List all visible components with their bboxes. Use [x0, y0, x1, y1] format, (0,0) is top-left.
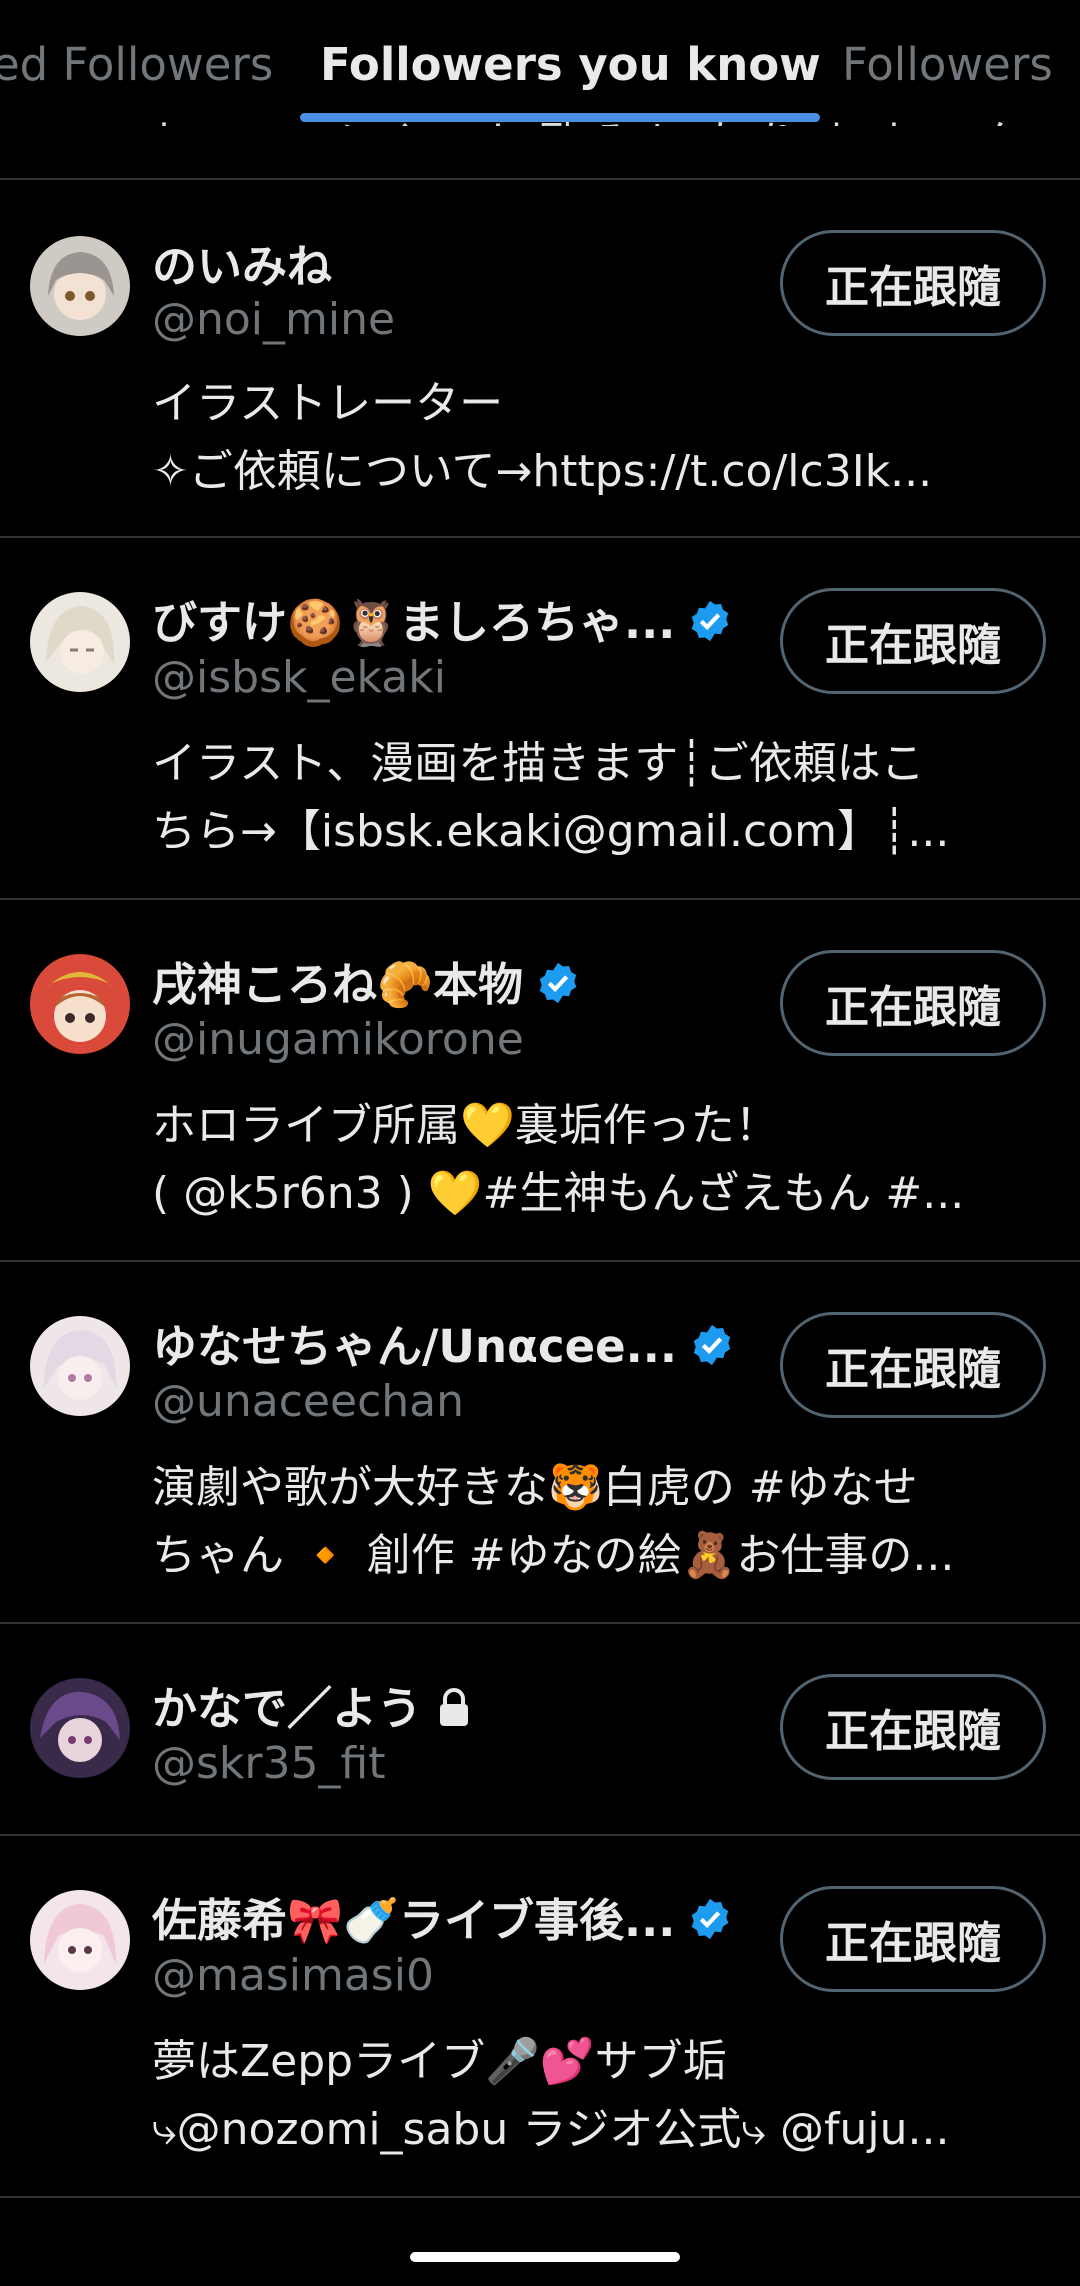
following-button[interactable]: 正在跟隨	[780, 230, 1046, 336]
user-bio: 夢はZeppライブ🎤💕サブ垢 ⤷@nozomi_sabu ラジオ公式⤷ @fuj…	[152, 2028, 1052, 2164]
user-handle: @inugamikorone	[152, 1014, 524, 1065]
display-name[interactable]: 佐藤希🎀🍼ライブ事後...	[152, 1884, 733, 1953]
following-button[interactable]: 正在跟隨	[780, 1674, 1046, 1780]
bio-line: ⤷@nozomi_sabu ラジオ公式⤷ @fuju...	[152, 2104, 950, 2155]
bio-line: ちら→【isbsk.ekaki@gmail.com】┊...	[152, 806, 950, 857]
verified-badge-icon	[687, 1896, 733, 1953]
display-name-text: ゆなせちゃん/Unαcee...	[152, 1320, 677, 1373]
tab-followers-you-know[interactable]: Followers you know	[320, 38, 821, 91]
bio-line: 演劇や歌が大好きな🐯白虎の #ゆなせ	[152, 1462, 918, 1513]
active-tab-indicator	[300, 113, 820, 122]
bio-line: ちゃん 🔸 創作 #ゆなの絵🧸お仕事の...	[152, 1530, 955, 1581]
following-button[interactable]: 正在跟隨	[780, 1886, 1046, 1992]
user-row[interactable]: 佐藤希🎀🍼ライブ事後... @masimasi0 正在跟隨 夢はZeppライブ🎤…	[0, 1836, 1080, 2196]
display-name[interactable]: ゆなせちゃん/Unαcee...	[152, 1310, 735, 1379]
verified-badge-icon	[687, 598, 733, 655]
following-button[interactable]: 正在跟隨	[780, 950, 1046, 1056]
user-bio: イラストレーター ✧ご依頼について→https://t.co/lc3Ik...	[152, 370, 1052, 506]
bio-line: イラストレーター	[152, 378, 504, 429]
verified-badge-icon	[535, 960, 581, 1017]
bio-line: ( @k5r6n3 ) 💛#生神もんざえもん #...	[152, 1168, 965, 1219]
following-button[interactable]: 正在跟隨	[780, 1312, 1046, 1418]
user-row[interactable]: かなで／よう @skr35_fit 正在跟隨	[0, 1624, 1080, 1834]
avatar[interactable]	[30, 236, 130, 336]
avatar[interactable]	[30, 954, 130, 1054]
display-name-text: かなで／よう	[152, 1682, 423, 1735]
lock-icon	[436, 1686, 472, 1739]
avatar[interactable]	[30, 1890, 130, 1990]
user-handle: @noi_mine	[152, 294, 396, 345]
user-handle: @isbsk_ekaki	[152, 652, 446, 703]
user-handle: @skr35_fit	[152, 1738, 386, 1789]
display-name-text: びすけ🍪🦉ましろちゃ...	[152, 596, 676, 649]
user-bio: イラスト、漫画を描きます┊ご依頼はこ ちら→【isbsk.ekaki@gmail…	[152, 730, 1052, 866]
avatar[interactable]	[30, 592, 130, 692]
display-name[interactable]: かなで／よう	[152, 1672, 472, 1739]
bio-line: ホロライブ所属💛裏垢作った！	[152, 1100, 779, 1151]
user-bio: 演劇や歌が大好きな🐯白虎の #ゆなせ ちゃん 🔸 創作 #ゆなの絵🧸お仕事の..…	[152, 1454, 1052, 1590]
display-name-text: 戌神ころね🥐本物	[152, 958, 524, 1011]
home-indicator[interactable]	[410, 2252, 680, 2262]
bio-line: ✧ご依頼について→https://t.co/lc3Ik...	[152, 446, 933, 497]
user-row[interactable]: のいみね @noi_mine 正在跟隨 イラストレーター ✧ご依頼について→ht…	[0, 180, 1080, 536]
verified-badge-icon	[689, 1322, 735, 1379]
avatar[interactable]	[30, 1316, 130, 1416]
user-row[interactable]: 戌神ころね🥐本物 @inugamikorone 正在跟隨 ホロライブ所属💛裏垢作…	[0, 900, 1080, 1260]
display-name[interactable]: びすけ🍪🦉ましろちゃ...	[152, 586, 733, 655]
display-name[interactable]: 戌神ころね🥐本物	[152, 948, 581, 1017]
divider	[0, 2196, 1080, 2198]
user-row[interactable]: びすけ🍪🦉ましろちゃ... @isbsk_ekaki 正在跟隨 イラスト、漫画を…	[0, 538, 1080, 898]
tab-verified-followers[interactable]: ed Followers	[0, 38, 273, 91]
display-name[interactable]: のいみね	[152, 230, 332, 295]
user-handle: @unaceechan	[152, 1376, 464, 1427]
user-row[interactable]: ゆなせちゃん/Unαcee... @unaceechan 正在跟隨 演劇や歌が大…	[0, 1262, 1080, 1622]
display-name-text: 佐藤希🎀🍼ライブ事後...	[152, 1894, 676, 1947]
user-bio: ホロライブ所属💛裏垢作った！ ( @k5r6n3 ) 💛#生神もんざえもん #.…	[152, 1092, 1052, 1228]
bio-line: イラスト、漫画を描きます┊ご依頼はこ	[152, 738, 925, 789]
tab-followers[interactable]: Followers	[842, 38, 1053, 91]
tab-bar: ね ー ッ ノ イ ー ト 励 み に な り ま す ー ク ロ ... ed…	[0, 0, 1080, 126]
following-button[interactable]: 正在跟隨	[780, 588, 1046, 694]
user-handle: @masimasi0	[152, 1950, 434, 2001]
bio-line: 夢はZeppライブ🎤💕サブ垢	[152, 2036, 727, 2087]
avatar[interactable]	[30, 1678, 130, 1778]
